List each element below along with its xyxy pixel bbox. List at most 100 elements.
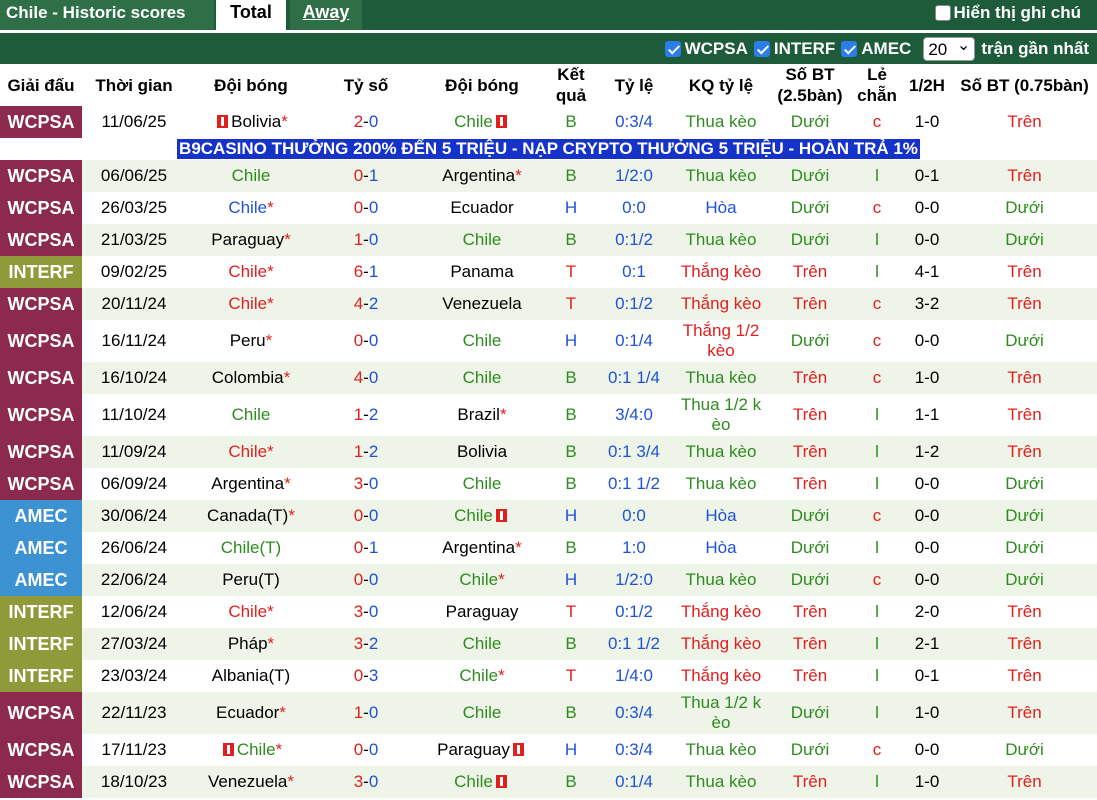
league-badge[interactable]: WCPSA <box>0 734 82 766</box>
table-row[interactable]: WCPSA 26/03/25 Chile* 0-0 Ecuador H 0:0 Hòa Dưới… <box>0 192 1097 224</box>
league-badge[interactable]: WCPSA <box>0 224 82 256</box>
home-team-name[interactable]: Ecuador* <box>216 703 286 722</box>
home-team[interactable]: Albania(T) <box>186 660 316 692</box>
league-badge[interactable]: WCPSA <box>0 436 82 468</box>
checkbox-icon[interactable] <box>664 40 681 57</box>
home-team-name[interactable]: Chile(T) <box>221 538 281 557</box>
away-team-name[interactable]: Chile <box>463 634 502 653</box>
league-badge[interactable]: WCPSA <box>0 468 82 500</box>
home-team[interactable]: Chile <box>186 394 316 436</box>
away-team[interactable]: Chile <box>416 320 548 362</box>
home-team-name[interactable]: Albania(T) <box>212 666 290 685</box>
home-team-name[interactable]: Chile* <box>228 602 273 621</box>
home-team[interactable]: Chile* <box>186 288 316 320</box>
home-team[interactable]: Chile* <box>186 436 316 468</box>
ad-banner[interactable]: B9CASINO THƯỞNG 200% ĐẾN 5 TRIỆU - NẠP C… <box>177 139 920 159</box>
away-team[interactable]: Brazil* <box>416 394 548 436</box>
away-team[interactable]: Bolivia <box>416 436 548 468</box>
show-notes-toggle[interactable]: Hiển thị ghi chú <box>934 1 1081 25</box>
table-row[interactable]: INTERF 23/03/24 Albania(T) 0-3 Chile* T 1/4:0 T… <box>0 660 1097 692</box>
home-team[interactable]: Chile* <box>186 596 316 628</box>
home-team[interactable]: Chile <box>186 160 316 192</box>
home-team[interactable]: Venezuela* <box>186 766 316 798</box>
table-row[interactable]: WCPSA 17/11/23 Chile* 0-0 Paraguay H 0:3/4 Thua… <box>0 734 1097 766</box>
away-team-name[interactable]: Argentina* <box>442 166 521 185</box>
table-row[interactable]: WCPSA 06/09/24 Argentina* 3-0 Chile B 0:1 1/2 T… <box>0 468 1097 500</box>
away-team[interactable]: Chile <box>416 500 548 532</box>
away-team[interactable]: Chile <box>416 628 548 660</box>
league-badge[interactable]: AMEC <box>0 500 82 532</box>
home-team[interactable]: Colombia* <box>186 362 316 394</box>
table-row[interactable]: WCPSA 16/10/24 Colombia* 4-0 Chile B 0:1 1/4 Th… <box>0 362 1097 394</box>
home-team-name[interactable]: Argentina* <box>211 474 290 493</box>
home-team[interactable]: Chile* <box>186 192 316 224</box>
away-team[interactable]: Chile <box>416 766 548 798</box>
away-team[interactable]: Chile <box>416 362 548 394</box>
away-team-name[interactable]: Bolivia <box>457 442 507 461</box>
table-row[interactable]: WCPSA 11/09/24 Chile* 1-2 Bolivia B 0:1 3/4 Thu… <box>0 436 1097 468</box>
home-team-name[interactable]: Paraguay* <box>211 230 290 249</box>
away-team-name[interactable]: Chile <box>463 331 502 350</box>
match-count-select[interactable]: 20 <box>923 34 976 61</box>
away-team-name[interactable]: Chile <box>463 368 502 387</box>
home-team[interactable]: Peru* <box>186 320 316 362</box>
home-team-name[interactable]: Chile* <box>228 262 273 281</box>
away-team[interactable]: Chile <box>416 692 548 734</box>
away-team-name[interactable]: Chile <box>463 703 502 722</box>
home-team-name[interactable]: Canada(T)* <box>207 506 295 525</box>
filter-amec[interactable]: AMEC <box>841 39 911 59</box>
tab-away[interactable]: Away <box>290 0 362 30</box>
league-badge[interactable]: WCPSA <box>0 288 82 320</box>
away-team-name[interactable]: Paraguay <box>437 740 510 759</box>
away-team-name[interactable]: Ecuador <box>450 198 513 217</box>
away-team[interactable]: Chile* <box>416 660 548 692</box>
home-team-name[interactable]: Peru(T) <box>222 570 280 589</box>
league-badge[interactable]: WCPSA <box>0 692 82 734</box>
home-team-name[interactable]: Chile <box>232 405 271 424</box>
home-team-name[interactable]: Peru* <box>230 331 273 350</box>
table-row[interactable]: WCPSA 22/11/23 Ecuador* 1-0 Chile B 0:3/4 Thua … <box>0 692 1097 734</box>
home-team-name[interactable]: Pháp* <box>228 634 274 653</box>
show-notes-checkbox[interactable] <box>934 5 951 21</box>
home-team[interactable]: Canada(T)* <box>186 500 316 532</box>
table-row[interactable]: INTERF 09/02/25 Chile* 6-1 Panama T 0:1 Thắng k… <box>0 256 1097 288</box>
away-team[interactable]: Chile <box>416 106 548 138</box>
table-row[interactable]: AMEC 30/06/24 Canada(T)* 0-0 Chile H 0:0 Hòa Dướ… <box>0 500 1097 532</box>
away-team-name[interactable]: Argentina* <box>442 538 521 557</box>
league-badge[interactable]: INTERF <box>0 660 82 692</box>
checkbox-icon[interactable] <box>841 40 858 57</box>
home-team[interactable]: Pháp* <box>186 628 316 660</box>
league-badge[interactable]: WCPSA <box>0 192 82 224</box>
table-row[interactable]: WCPSA 11/10/24 Chile 1-2 Brazil* B 3/4:0 Thua 1… <box>0 394 1097 436</box>
home-team[interactable]: Chile* <box>186 256 316 288</box>
away-team-name[interactable]: Paraguay <box>446 602 519 621</box>
table-row[interactable]: AMEC 26/06/24 Chile(T) 0-1 Argentina* B 1:0 Hòa… <box>0 532 1097 564</box>
away-team-name[interactable]: Chile* <box>459 666 504 685</box>
away-team[interactable]: Ecuador <box>416 192 548 224</box>
away-team-name[interactable]: Panama <box>450 262 513 281</box>
league-badge[interactable]: WCPSA <box>0 160 82 192</box>
league-badge[interactable]: WCPSA <box>0 766 82 798</box>
home-team-name[interactable]: Bolivia* <box>231 112 288 131</box>
league-badge[interactable]: WCPSA <box>0 394 82 436</box>
league-badge[interactable]: INTERF <box>0 628 82 660</box>
table-row[interactable]: INTERF 27/03/24 Pháp* 3-2 Chile B 0:1 1/2 Thắng… <box>0 628 1097 660</box>
table-row[interactable]: WCPSA 21/03/25 Paraguay* 1-0 Chile B 0:1/2 Thua… <box>0 224 1097 256</box>
league-badge[interactable]: AMEC <box>0 564 82 596</box>
home-team-name[interactable]: Chile* <box>228 198 273 217</box>
away-team-name[interactable]: Chile <box>454 506 493 525</box>
away-team[interactable]: Chile <box>416 224 548 256</box>
away-team[interactable]: Argentina* <box>416 160 548 192</box>
home-team-name[interactable]: Colombia* <box>212 368 290 387</box>
table-row[interactable]: WCPSA 18/10/23 Venezuela* 3-0 Chile B 0:1/4 Thu… <box>0 766 1097 798</box>
home-team[interactable]: Bolivia* <box>186 106 316 138</box>
away-team[interactable]: Panama <box>416 256 548 288</box>
home-team[interactable]: Peru(T) <box>186 564 316 596</box>
league-badge[interactable]: WCPSA <box>0 362 82 394</box>
away-team[interactable]: Argentina* <box>416 532 548 564</box>
table-row[interactable]: WCPSA 20/11/24 Chile* 4-2 Venezuela T 0:1/2 Thắ… <box>0 288 1097 320</box>
checkbox-icon[interactable] <box>753 40 770 57</box>
filter-interf[interactable]: INTERF <box>753 39 835 59</box>
away-team[interactable]: Venezuela <box>416 288 548 320</box>
home-team[interactable]: Chile* <box>186 734 316 766</box>
